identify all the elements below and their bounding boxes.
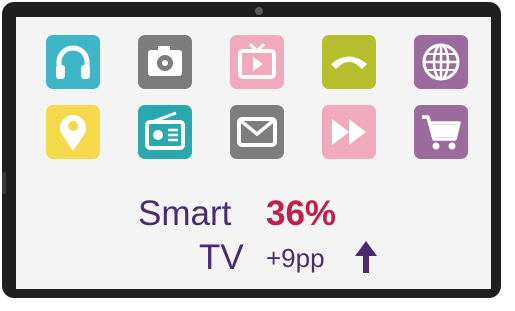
stat-label-line2: TV [199, 238, 244, 277]
stat-label-line1: Smart [138, 194, 232, 233]
phone-icon [322, 35, 376, 89]
tablet-screen: Smart 36% TV +9pp [16, 17, 491, 289]
radio-icon [138, 105, 192, 159]
mail-icon [230, 105, 284, 159]
tablet-frame: Smart 36% TV +9pp [2, 2, 501, 298]
location-pin-icon [46, 105, 100, 159]
headphones-icon [46, 35, 100, 89]
globe-icon [414, 35, 468, 89]
tv-play-icon [230, 35, 284, 89]
stat-change: +9pp [266, 243, 325, 273]
side-button [2, 172, 6, 194]
stat-value: 36% [266, 194, 337, 233]
camera-icon [138, 35, 192, 89]
shopping-cart-icon [414, 105, 468, 159]
fast-forward-icon [322, 105, 376, 159]
camera-dot [255, 7, 263, 15]
arrow-up-icon [355, 241, 377, 273]
